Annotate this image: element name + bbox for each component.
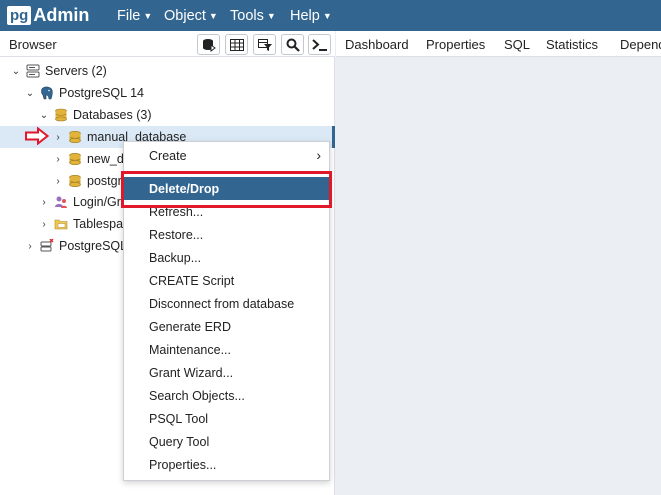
browser-header: Browser <box>0 31 335 57</box>
menu-item-label: Disconnect from database <box>149 296 295 311</box>
menu-item-query-tool[interactable]: Query Tool <box>124 430 329 453</box>
view-data-icon <box>229 38 244 51</box>
query-tool-icon <box>202 38 216 52</box>
tab-content-area <box>336 57 661 495</box>
menu-tools-label: Tools <box>230 7 264 24</box>
tab-sql[interactable]: SQL <box>504 37 530 52</box>
menu-help-label: Help <box>290 7 320 24</box>
menu-item-generate-erd[interactable]: Generate ERD <box>124 315 329 338</box>
tab-properties[interactable]: Properties <box>426 37 485 52</box>
psql-tool-icon <box>311 38 327 51</box>
menu-file[interactable]: File ▼ <box>117 0 152 31</box>
menu-object-label: Object <box>164 7 206 24</box>
menu-item-disconnect[interactable]: Disconnect from database <box>124 292 329 315</box>
chevron-down-icon: ▼ <box>322 10 332 21</box>
database-icon <box>69 174 81 188</box>
top-menu-bar: pg Admin File ▼ Object ▼ Tools ▼ Help ▼ <box>0 0 661 31</box>
database-icon <box>69 152 81 166</box>
tree-item-postgresql14[interactable]: ⌄ PostgreSQL 14 <box>0 82 334 104</box>
menu-item-label: Generate ERD <box>149 319 231 334</box>
chevron-down-icon: ▼ <box>143 10 153 21</box>
menu-item-properties[interactable]: Properties... <box>124 453 329 476</box>
tree-item-label: Servers (2) <box>45 64 107 78</box>
menu-item-create-script[interactable]: CREATE Script <box>124 269 329 292</box>
menu-file-label: File <box>117 7 141 24</box>
tablespaces-icon <box>54 219 68 230</box>
tab-dependencies[interactable]: Depend <box>620 37 661 52</box>
chevron-right-icon[interactable]: › <box>52 132 64 143</box>
menu-item-label: Grant Wizard... <box>149 365 234 380</box>
chevron-down-icon: ▼ <box>208 10 218 21</box>
chevron-right-icon[interactable]: › <box>38 219 50 230</box>
search-objects-button[interactable] <box>281 34 304 55</box>
tree-item-databases[interactable]: ⌄ Databases (3) <box>0 104 334 126</box>
menu-item-backup[interactable]: Backup... <box>124 246 329 269</box>
menu-item-label: Create <box>149 148 187 163</box>
tabs-bar: Dashboard Properties SQL Statistics Depe… <box>336 31 661 57</box>
psql-tool-button[interactable] <box>308 34 331 55</box>
servers-icon <box>26 64 40 78</box>
view-data-button[interactable] <box>225 34 248 55</box>
tree-item-label: PostgreSQL 14 <box>59 86 145 100</box>
database-icon <box>69 130 81 144</box>
filtered-rows-icon <box>257 38 272 51</box>
menu-item-label: Properties... <box>149 457 217 472</box>
menu-tools[interactable]: Tools ▼ <box>230 0 276 31</box>
menu-item-label: CREATE Script <box>149 273 235 288</box>
chevron-right-icon[interactable]: › <box>52 176 64 187</box>
highlight-annotation <box>121 171 332 208</box>
selection-indicator <box>332 126 335 148</box>
chevron-down-icon[interactable]: ⌄ <box>10 66 22 77</box>
chevron-right-icon[interactable]: › <box>24 241 36 252</box>
chevron-right-icon: › <box>316 147 321 163</box>
chevron-right-icon[interactable]: › <box>38 197 50 208</box>
menu-item-grant-wizard[interactable]: Grant Wizard... <box>124 361 329 384</box>
tree-item-servers[interactable]: ⌄ Servers (2) <box>0 60 334 82</box>
chevron-down-icon[interactable]: ⌄ <box>24 88 36 99</box>
tree-item-label: PostgreSQL <box>59 239 128 253</box>
tree-item-label: postgr <box>87 174 122 188</box>
chevron-down-icon[interactable]: ⌄ <box>38 110 50 121</box>
menu-item-label: Backup... <box>149 250 202 265</box>
browser-title: Browser <box>9 37 57 52</box>
menu-help[interactable]: Help ▼ <box>290 0 332 31</box>
menu-item-psql-tool[interactable]: PSQL Tool <box>124 407 329 430</box>
login-roles-icon <box>55 196 67 208</box>
tab-dashboard[interactable]: Dashboard <box>345 37 409 52</box>
tree-item-label: new_d <box>87 152 124 166</box>
menu-item-search-objects[interactable]: Search Objects... <box>124 384 329 407</box>
tab-statistics[interactable]: Statistics <box>546 37 598 52</box>
menu-item-label: Query Tool <box>149 434 210 449</box>
server-disconnected-icon <box>40 239 54 252</box>
menu-item-restore[interactable]: Restore... <box>124 223 329 246</box>
elephant-icon <box>41 86 53 100</box>
tree-item-label: Databases (3) <box>73 108 152 122</box>
tree-item-label: Tablespa <box>73 217 124 231</box>
menu-item-label: Restore... <box>149 227 204 242</box>
chevron-down-icon: ▼ <box>266 10 276 21</box>
logo-admin: Admin <box>33 5 90 25</box>
databases-icon <box>55 108 67 122</box>
menu-object[interactable]: Object ▼ <box>164 0 218 31</box>
tree-item-label: Login/Gr <box>73 195 121 209</box>
arrow-annotation-icon <box>25 127 49 145</box>
logo-pg: pg <box>7 6 32 25</box>
chevron-right-icon[interactable]: › <box>52 154 64 165</box>
pgadmin-logo[interactable]: pg Admin <box>7 5 89 26</box>
filtered-rows-button[interactable] <box>253 34 276 55</box>
menu-item-create[interactable]: Create › <box>124 144 329 167</box>
menu-item-label: PSQL Tool <box>149 411 209 426</box>
menu-item-maintenance[interactable]: Maintenance... <box>124 338 329 361</box>
menu-item-label: Maintenance... <box>149 342 231 357</box>
menu-item-label: Search Objects... <box>149 388 245 403</box>
query-tool-button[interactable] <box>197 34 220 55</box>
search-objects-icon <box>286 38 300 52</box>
